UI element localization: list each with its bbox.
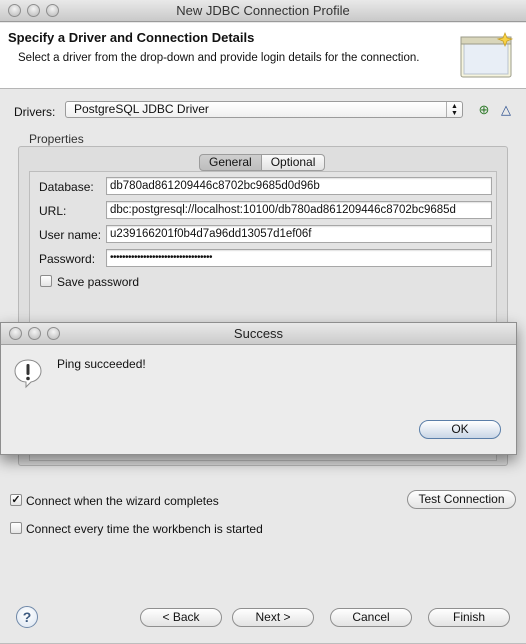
password-field[interactable]: •••••••••••••••••••••••••••••••••• [106, 249, 492, 267]
header-description: Select a driver from the drop-down and p… [18, 52, 420, 64]
minimize-window-button[interactable] [27, 4, 40, 17]
database-label: Database: [39, 180, 94, 194]
drivers-select-value: PostgreSQL JDBC Driver [74, 102, 209, 116]
dialog-message: Ping succeeded! [57, 357, 146, 371]
dialog-close-button[interactable] [9, 327, 22, 340]
properties-tabs: General Optional [199, 154, 326, 171]
connect-on-finish-label: Connect when the wizard completes [26, 494, 219, 508]
connect-on-start-label: Connect every time the workbench is star… [26, 522, 263, 536]
dialog-zoom-button[interactable] [47, 327, 60, 340]
finish-button[interactable]: Finish [428, 608, 510, 627]
zoom-window-button[interactable] [46, 4, 59, 17]
tab-optional[interactable]: Optional [261, 154, 326, 171]
dialog-minimize-button[interactable] [28, 327, 41, 340]
user-name-label: User name: [39, 228, 102, 242]
window-title: New JDBC Connection Profile [176, 3, 350, 18]
ok-button[interactable]: OK [419, 420, 501, 439]
test-connection-button[interactable]: Test Connection [407, 490, 516, 509]
success-dialog: Success Ping succeeded! OK [0, 322, 517, 455]
drivers-select[interactable]: PostgreSQL JDBC Driver ▲ ▼ [65, 101, 463, 118]
connect-on-finish-checkbox[interactable]: ✓ [10, 494, 22, 506]
url-field[interactable]: dbc:postgresql://localhost:10100/db780ad… [106, 201, 492, 219]
cancel-button[interactable]: Cancel [330, 608, 412, 627]
back-button[interactable]: < Back [140, 608, 222, 627]
next-button[interactable]: Next > [232, 608, 314, 627]
save-password-label: Save password [57, 275, 140, 289]
dialog-titlebar: Success [1, 323, 516, 345]
wizard-header: Specify a Driver and Connection Details … [0, 23, 526, 89]
warning-exclamation-icon [14, 359, 42, 389]
dialog-title: Success [233, 326, 284, 341]
help-icon[interactable]: ? [16, 606, 38, 628]
select-arrows-icon: ▲ ▼ [446, 102, 462, 117]
database-field[interactable]: db780ad861209446c8702bc9685d0d96b [106, 177, 492, 195]
properties-label: Properties [29, 132, 84, 146]
dialog-window-controls [9, 327, 66, 349]
save-password-checkbox[interactable] [40, 275, 52, 287]
tab-general[interactable]: General [199, 154, 262, 171]
drivers-label: Drivers: [14, 105, 56, 119]
edit-driver-icon[interactable]: △ [498, 102, 514, 118]
url-label: URL: [39, 204, 67, 218]
header-title: Specify a Driver and Connection Details [8, 30, 255, 45]
window-titlebar: New JDBC Connection Profile [0, 0, 526, 22]
connect-on-start-checkbox[interactable] [10, 522, 22, 534]
new-driver-icon[interactable]: ⊕ [476, 102, 492, 118]
connection-wizard-icon [460, 32, 514, 78]
close-window-button[interactable] [8, 4, 21, 17]
user-name-field[interactable]: u239166201f0b4d7a96dd13057d1ef06f [106, 225, 492, 243]
password-label: Password: [39, 252, 96, 266]
